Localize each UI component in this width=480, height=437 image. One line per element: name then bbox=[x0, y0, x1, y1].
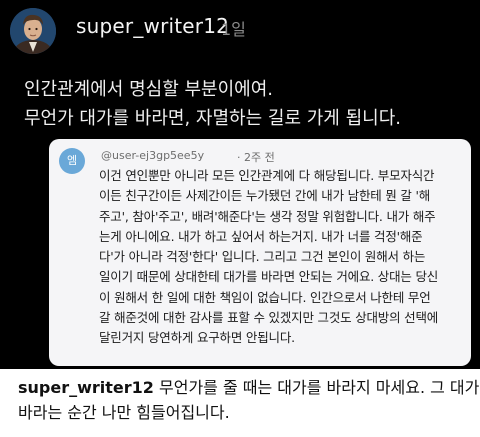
comment-line: 이든 친구간이든 사제간이든 누가됐던 간에 내가 남한테 뭔 갈 '해 bbox=[99, 188, 430, 204]
avatar[interactable] bbox=[10, 8, 56, 54]
comment-line: 이 원해서 한 일에 대한 책임이 없습니다. 인간으로서 나한테 무언 bbox=[99, 289, 431, 305]
caption-line: 무언가를 줄 때는 대가를 바라지 마세요. 그 대가를 bbox=[153, 378, 480, 397]
comment-line: 일이기 때문에 상대한테 대가를 바라면 안되는 거에요. 상대는 당신 bbox=[99, 269, 439, 285]
caption-username[interactable]: super_writer12 bbox=[18, 378, 154, 397]
post-line: 인간관계에서 명심할 부분이에여. bbox=[24, 79, 274, 100]
post-time: 1일 bbox=[221, 20, 246, 39]
comment-line: 달린거지 당연하게 요구하면 안됩니다. bbox=[99, 330, 295, 346]
caption-text: super_writer12 무언가를 줄 때는 대가를 바라지 마세요. 그 … bbox=[18, 375, 480, 425]
comment-line: 갈 해준것에 대한 감사를 표할 수 있겠지만 그것도 상대방의 선택에 bbox=[99, 310, 439, 326]
comment-text: 이건 연인뿐만 아니라 모든 인간관계에 다 해당됩니다. 부모자식간 이든 친… bbox=[99, 166, 465, 349]
profile-portrait-icon bbox=[10, 8, 56, 54]
post-text: 인간관계에서 명심할 부분이에여. 무언가 대가를 바라면, 자멸하는 길로 가… bbox=[24, 75, 474, 133]
post-header: super_writer12 1일 bbox=[0, 0, 480, 60]
comment-time: · 2주 전 bbox=[237, 151, 275, 164]
comment-avatar: 엠 bbox=[59, 148, 85, 174]
post-username[interactable]: super_writer12 bbox=[76, 14, 229, 38]
post-line: 무언가 대가를 바라면, 자멸하는 길로 가게 됩니다. bbox=[24, 108, 401, 129]
comment-line: 주고', 참아'주고', 배려'해준다'는 생각 정말 위험합니다. 내가 해주 bbox=[99, 208, 436, 224]
comment-line: 다'가 아니라 걱정'한다' 입니다. 그리고 그건 본인이 원해서 하는 bbox=[99, 249, 426, 265]
quoted-comment-card: 엠 @user-ej3gp5ee5y · 2주 전 이건 연인뿐만 아니라 모든… bbox=[49, 139, 471, 366]
caption-line: 바라는 순간 나만 힘들어집니다. bbox=[18, 403, 230, 422]
caption-bar: super_writer12 무언가를 줄 때는 대가를 바라지 마세요. 그 … bbox=[0, 369, 480, 437]
comment-line: 이건 연인뿐만 아니라 모든 인간관계에 다 해당됩니다. 부모자식간 bbox=[99, 168, 435, 183]
comment-username: @user-ej3gp5ee5y bbox=[101, 149, 205, 162]
comment-line: 는게 아니에요. 내가 하고 싶어서 하는거지. 내가 너를 걱정'해준 bbox=[99, 228, 423, 244]
